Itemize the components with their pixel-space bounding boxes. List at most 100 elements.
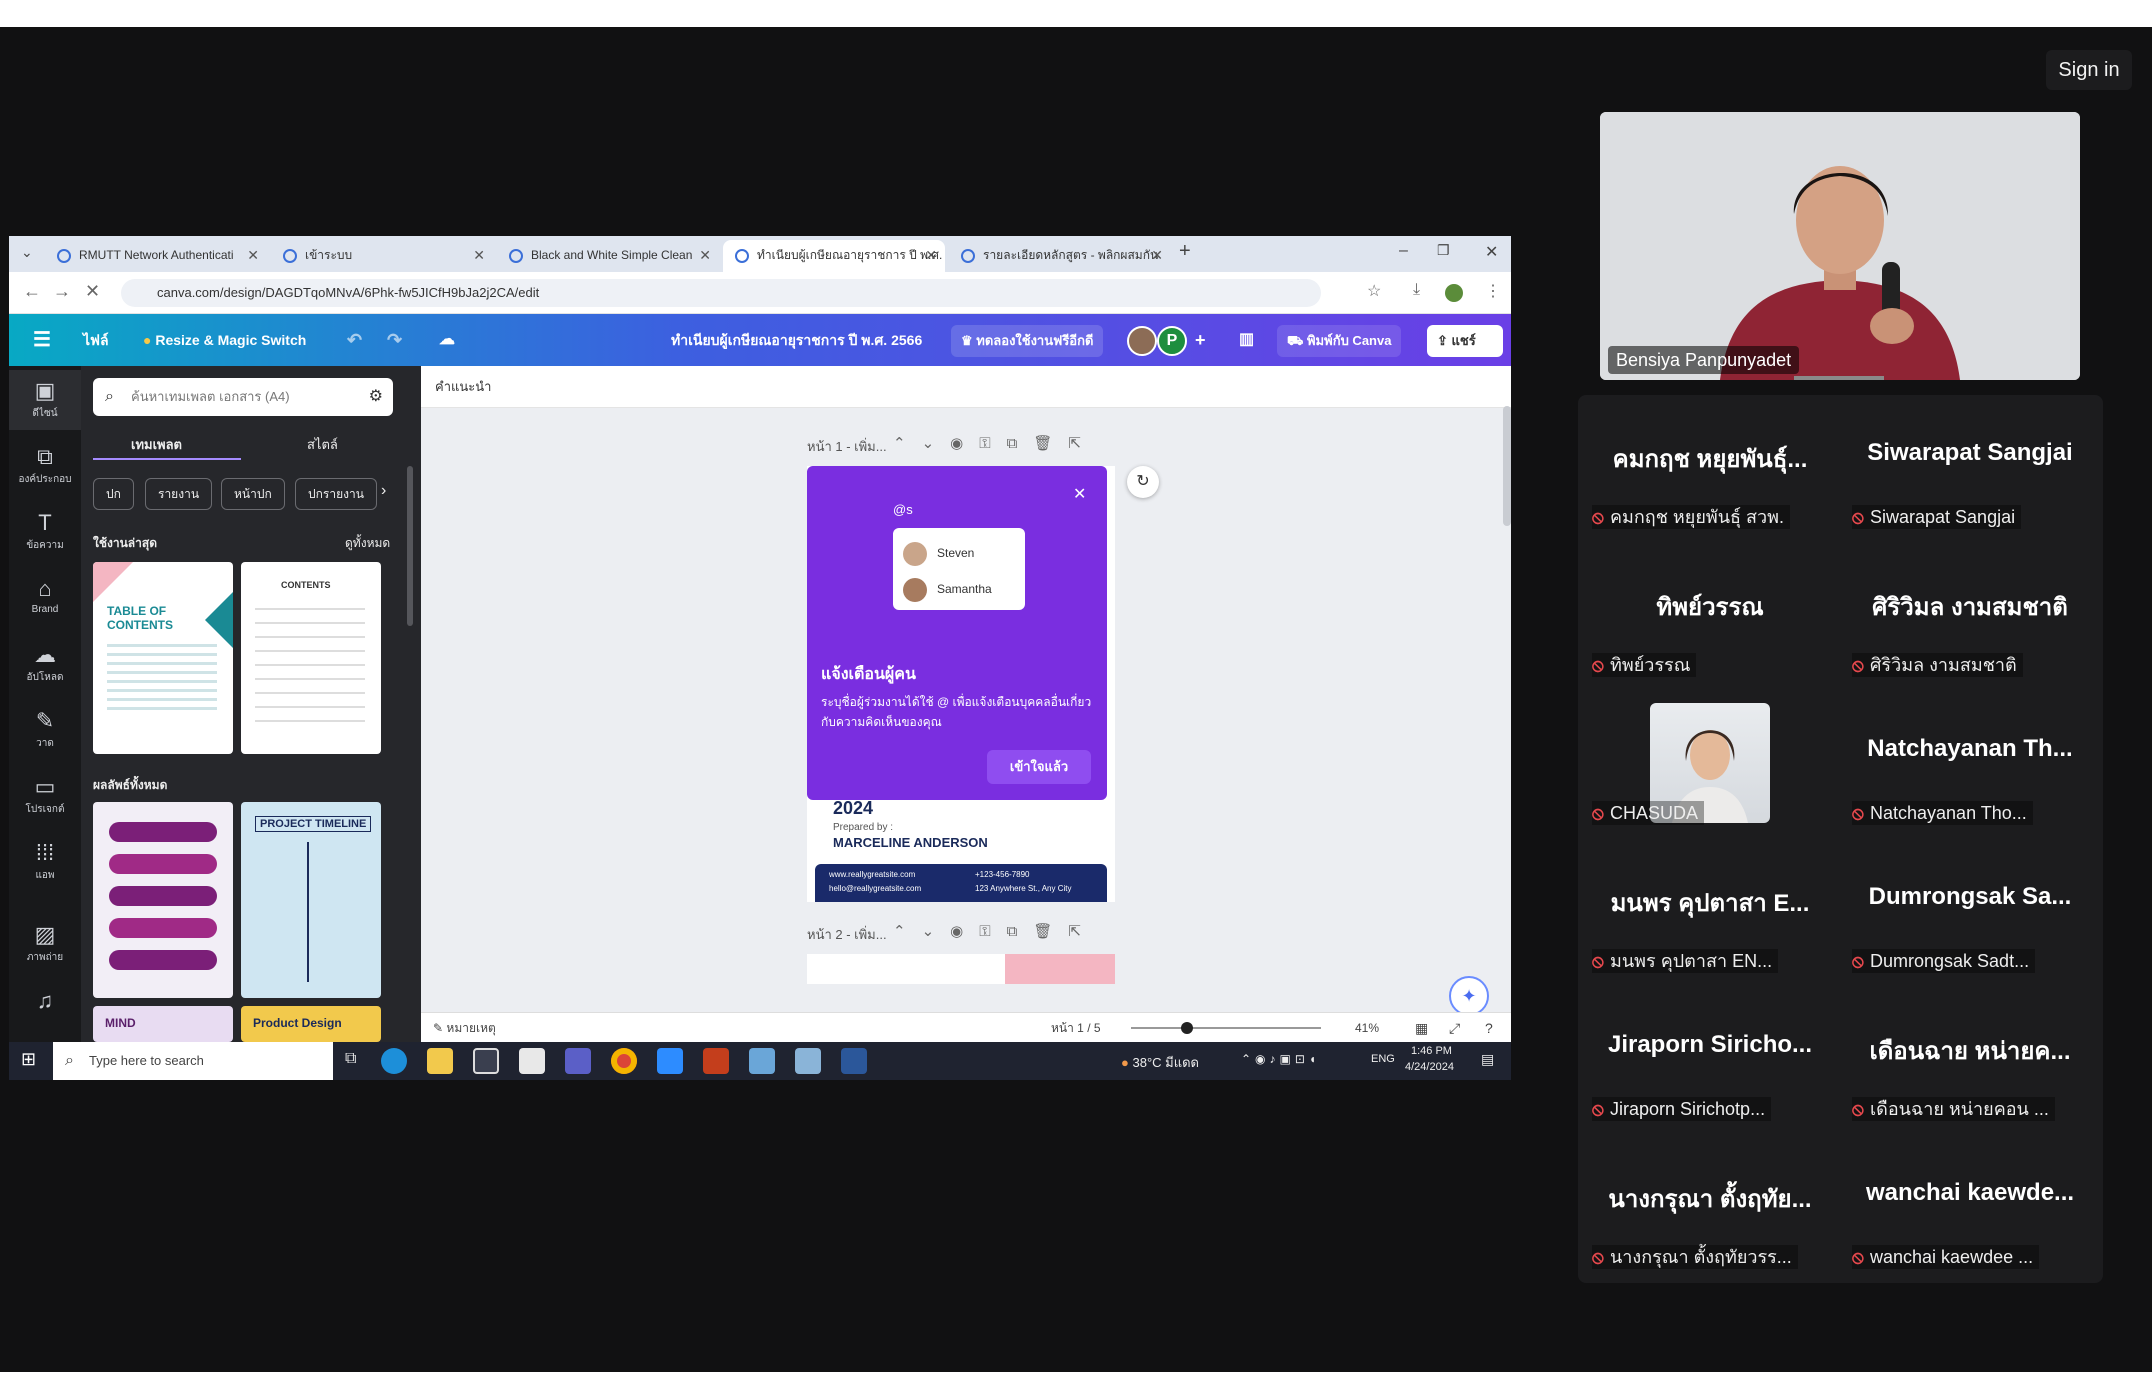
see-all-link[interactable]: ดูทั้งหมด: [345, 534, 390, 553]
zoom-app-icon[interactable]: [657, 1048, 683, 1074]
page-2-label[interactable]: หน้า 2 - เพิ่ม...: [807, 924, 887, 945]
participant-tile[interactable]: Jiraporn Siricho... ⦸ Jiraporn Sirichotp..…: [1580, 997, 1840, 1145]
insights-chart-icon[interactable]: ▥: [1239, 314, 1254, 366]
participant-tile[interactable]: wanchai kaewde... ⦸ wanchai kaewdee ...: [1840, 1145, 2100, 1293]
chevron-right-icon[interactable]: ›: [381, 482, 386, 500]
browser-tab[interactable]: รายละเอียดหลักสูตร - พลิกผสมกัน ✕: [949, 240, 1171, 272]
participant-tile[interactable]: คมกฤช หยุยพันธุ์... ⦸ คมกฤช หยุยพันธุ์ สวพ…: [1580, 405, 1840, 553]
chrome-icon[interactable]: [611, 1048, 637, 1074]
browser-tab[interactable]: เข้าระบบ ✕: [271, 240, 493, 272]
share-button[interactable]: ⇪ แชร์: [1427, 325, 1503, 357]
collaborator-avatar[interactable]: [1127, 326, 1157, 356]
system-tray-icons[interactable]: ⌃◉♪▣⊡◖: [1241, 1052, 1320, 1066]
grid-view-icon[interactable]: ▦: [1415, 1013, 1428, 1043]
template-thumb[interactable]: PROJECT TIMELINE: [241, 802, 381, 998]
rail-item-uploads[interactable]: ☁ อัปโหลด: [9, 634, 81, 694]
got-it-button[interactable]: เข้าใจแล้ว: [987, 750, 1091, 784]
stop-icon[interactable]: ✕: [85, 281, 100, 302]
template-thumb[interactable]: [93, 802, 233, 998]
refresh-icon[interactable]: ↻: [1127, 466, 1159, 498]
zoom-slider-handle[interactable]: [1181, 1022, 1193, 1034]
tab-close-icon[interactable]: ✕: [925, 240, 937, 270]
rail-item-brand[interactable]: ⌂ Brand: [9, 568, 81, 628]
page-counter[interactable]: หน้า 1 / 5: [1051, 1013, 1101, 1043]
rail-item-projects[interactable]: ▭ โปรเจกต์: [9, 766, 81, 826]
popup-more-icon[interactable]: ⋮: [1101, 502, 1117, 522]
profile-avatar[interactable]: [1445, 284, 1463, 302]
help-icon[interactable]: ?: [1485, 1013, 1493, 1043]
notification-icon[interactable]: ▤: [1481, 1051, 1494, 1068]
template-thumb[interactable]: MIND: [93, 1006, 233, 1042]
zoom-slider[interactable]: [1131, 1027, 1321, 1029]
taskbar-search-input[interactable]: ⌕ Type here to search: [53, 1042, 333, 1080]
rail-item-apps[interactable]: ⁞⁞⁞ แอพ: [9, 832, 81, 892]
browser-menu-icon[interactable]: ⋮: [1485, 281, 1501, 301]
filter-icon[interactable]: ⚙: [369, 378, 383, 416]
participant-tile[interactable]: ศิริวิมล งามสมชาติ ⦸ ศิริวิมล งามสมชาติ: [1840, 553, 2100, 701]
bookmark-star-icon[interactable]: ☆: [1367, 281, 1381, 301]
rail-item-elements[interactable]: ⧉ องค์ประกอบ: [9, 436, 81, 496]
tab-list-chevron-icon[interactable]: ⌄: [21, 244, 33, 261]
page-1-label[interactable]: หน้า 1 - เพิ่ม...: [807, 436, 887, 457]
undo-icon[interactable]: ↶: [347, 314, 362, 366]
notepad-icon[interactable]: [749, 1048, 775, 1074]
workspace-scrollbar[interactable]: [1503, 406, 1511, 526]
url-field[interactable]: canva.com/design/DAGDTqoMNvA/6Phk-fw5JIC…: [121, 279, 1321, 307]
browser-tab-active[interactable]: ทำเนียบผู้เกษียณอายุราชการ ปี พ.ศ. ✕: [723, 240, 945, 272]
notes-button[interactable]: ✎ หมายเหตุ: [433, 1013, 496, 1043]
free-trial-button[interactable]: ♛ ทดลองใช้งานฟรีอีกดี: [951, 325, 1104, 357]
back-icon[interactable]: ←: [23, 281, 41, 302]
tab-styles[interactable]: สไตล์: [307, 434, 338, 455]
participant-tile[interactable]: Siwarapat Sangjai ⦸ Siwarapat Sangjai: [1840, 405, 2100, 553]
rail-item-draw[interactable]: ✎ วาด: [9, 700, 81, 760]
chip-cover[interactable]: ปก: [93, 478, 134, 510]
page-2-actions[interactable]: ⌃⌄◉⚿⧉🗑⇱: [893, 922, 1097, 940]
tab-close-icon[interactable]: ✕: [247, 240, 259, 270]
panel-scrollbar[interactable]: [407, 466, 413, 626]
windows-start-icon[interactable]: ⊞: [21, 1049, 36, 1070]
redo-icon[interactable]: ↷: [387, 314, 402, 366]
document-title[interactable]: ทำเนียบผู้เกษียณอายุราชการ ปี พ.ศ. 2566: [671, 314, 922, 366]
participant-tile[interactable]: ทิพย์วรรณ ⦸ ทิพย์วรรณ: [1580, 553, 1840, 701]
file-explorer-icon[interactable]: [427, 1048, 453, 1074]
page-1-actions[interactable]: ⌃⌄◉⚿⧉🗑⇱: [893, 434, 1097, 452]
magic-assistant-icon[interactable]: ✦: [1449, 976, 1489, 1016]
tab-close-icon[interactable]: ✕: [473, 240, 485, 270]
zoom-level[interactable]: 41%: [1355, 1013, 1379, 1043]
browser-tab[interactable]: RMUTT Network Authenticati ✕: [45, 240, 267, 272]
design-page-2[interactable]: [807, 954, 1115, 984]
clock-date[interactable]: 4/24/2024: [1405, 1061, 1454, 1073]
participant-tile[interactable]: มนพร คุปตาสา E... ⦸ มนพร คุปตาสา EN...: [1580, 849, 1840, 997]
language-indicator[interactable]: ENG: [1371, 1053, 1395, 1065]
popup-close-icon[interactable]: ✕: [1073, 484, 1086, 504]
task-view-icon[interactable]: ⧉: [345, 1050, 356, 1068]
mention-option[interactable]: Steven: [903, 538, 974, 568]
download-icon[interactable]: ⤓: [1413, 281, 1420, 299]
chip-report[interactable]: รายงาน: [145, 478, 213, 510]
rail-item-design[interactable]: ▣ ดีไซน์: [9, 370, 81, 430]
participant-tile[interactable]: นางกรุณา ตั้งฤทัย... ⦸ นางกรุณา ตั้งฤทัยวร…: [1580, 1145, 1840, 1293]
participant-tile[interactable]: ⦸ CHASUDA: [1580, 701, 1840, 849]
participant-tile[interactable]: เดือนฉาย หน่ายค... ⦸ เดือนฉาย หน่ายคอน ...: [1840, 997, 2100, 1145]
weather-widget[interactable]: ● 38°C มีแดด: [1121, 1052, 1199, 1073]
template-thumb[interactable]: CONTENTS: [241, 562, 381, 754]
chip-front-page[interactable]: หน้าปก: [221, 478, 285, 510]
tab-templates[interactable]: เทมเพลต: [131, 434, 182, 455]
browser-tab[interactable]: Black and White Simple Clean ✕: [497, 240, 719, 272]
participant-tile[interactable]: Natchayanan Th... ⦸ Natchayanan Tho...: [1840, 701, 2100, 849]
rail-item-photos[interactable]: ▨ ภาพถ่าย: [9, 914, 81, 974]
user-avatar[interactable]: P: [1157, 326, 1187, 356]
word-icon[interactable]: [841, 1048, 867, 1074]
template-search-input[interactable]: ⌕ ค้นหาเทมเพลต เอกสาร (A4) ⚙: [93, 378, 393, 416]
hamburger-menu-icon[interactable]: ☰: [33, 314, 51, 366]
chip-report-cover[interactable]: ปกรายงาน: [295, 478, 377, 510]
rail-item-audio[interactable]: ♫: [9, 980, 81, 1040]
edge-icon[interactable]: [381, 1048, 407, 1074]
tab-close-icon[interactable]: ✕: [699, 240, 711, 270]
powerpoint-icon[interactable]: [703, 1048, 729, 1074]
sign-in-button[interactable]: Sign in: [2046, 50, 2132, 90]
forward-icon[interactable]: →: [53, 281, 71, 302]
print-with-canva-button[interactable]: ⛟ พิมพ์กับ Canva: [1277, 325, 1402, 357]
add-collaborator-icon[interactable]: +: [1195, 314, 1206, 366]
rail-item-text[interactable]: T ข้อความ: [9, 502, 81, 562]
